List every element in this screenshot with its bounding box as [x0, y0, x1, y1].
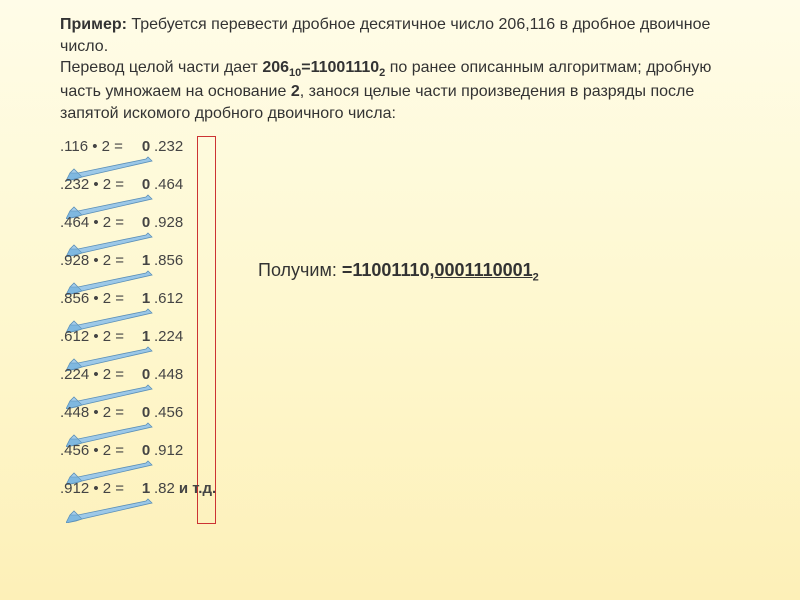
arrow-icon — [66, 497, 154, 523]
calc-int-digit: 1 — [138, 252, 154, 269]
calc-left: .456 • 2 = — [60, 442, 138, 459]
calc-right: .856 — [154, 252, 183, 269]
calc-right: .224 — [154, 328, 183, 345]
calc-left: .912 • 2 = — [60, 480, 138, 497]
calc-left: .856 • 2 = — [60, 290, 138, 307]
calc-int-digit: 0 — [138, 442, 154, 459]
result-sub: 2 — [533, 272, 539, 284]
calc-int-digit: 1 — [138, 480, 154, 497]
calc-right: .456 — [154, 404, 183, 421]
calc-right: .464 — [154, 176, 183, 193]
label-primer: Пример: — [60, 16, 127, 33]
calc-left: .464 • 2 = — [60, 214, 138, 231]
calc-int-digit: 0 — [138, 404, 154, 421]
calc-right: .82 — [154, 480, 175, 497]
result-frac: 0001110001 — [435, 260, 533, 280]
calc-right: .928 — [154, 214, 183, 231]
calc-row: .456 • 2 = 0.912 — [60, 442, 740, 480]
calc-left: .116 • 2 = — [60, 138, 138, 155]
calculation-area: .116 • 2 = 0.232 .232 • 2 = 0.464 .464 •… — [60, 138, 740, 518]
calc-row: .116 • 2 = 0.232 — [60, 138, 740, 176]
calc-int-digit: 0 — [138, 214, 154, 231]
calc-row: .448 • 2 = 0.456 — [60, 404, 740, 442]
calc-int-digit: 0 — [138, 176, 154, 193]
calc-int-digit: 0 — [138, 138, 154, 155]
header-text-1: Требуется перевести дробное десятичное ч… — [60, 16, 710, 55]
calc-int-digit: 1 — [138, 328, 154, 345]
base-2: 2 — [291, 83, 300, 100]
calc-left: .448 • 2 = — [60, 404, 138, 421]
int-dec: 206 — [262, 59, 289, 76]
example-header: Пример: Требуется перевести дробное деся… — [60, 14, 740, 124]
calc-row: .232 • 2 = 0.464 — [60, 176, 740, 214]
calc-row: .912 • 2 = 1.82 и т.д. — [60, 480, 740, 518]
calc-left: .224 • 2 = — [60, 366, 138, 383]
result-label: Получим: — [258, 260, 342, 280]
header-text-2: Перевод целой части дает — [60, 59, 262, 76]
result-line: Получим: =11001110,00011100012 — [258, 260, 539, 284]
calc-right: .232 — [154, 138, 183, 155]
calc-left: .928 • 2 = — [60, 252, 138, 269]
calc-right: .912 — [154, 442, 183, 459]
calc-row: .464 • 2 = 0.928 — [60, 214, 740, 252]
calc-int-digit: 0 — [138, 366, 154, 383]
sub-10: 10 — [289, 67, 301, 79]
calc-left: .232 • 2 = — [60, 176, 138, 193]
calc-right: .612 — [154, 290, 183, 307]
calc-row: .224 • 2 = 0.448 — [60, 366, 740, 404]
calc-row: .612 • 2 = 1.224 — [60, 328, 740, 366]
calc-left: .612 • 2 = — [60, 328, 138, 345]
calc-int-digit: 1 — [138, 290, 154, 307]
result-int: =11001110, — [342, 260, 435, 280]
int-bin: =11001110 — [301, 59, 379, 76]
etc-label: и т.д. — [179, 480, 216, 497]
calc-row: .856 • 2 = 1.612 — [60, 290, 740, 328]
calc-right: .448 — [154, 366, 183, 383]
